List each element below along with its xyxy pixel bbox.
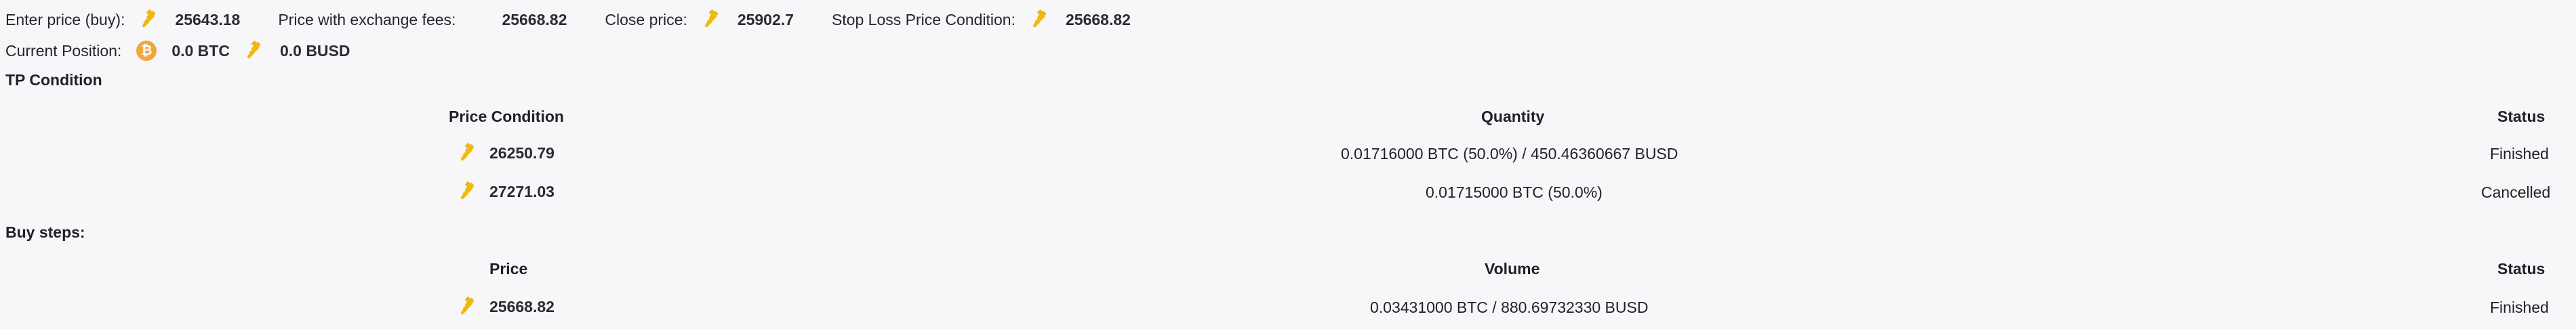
tp-status-2: Cancelled: [2481, 183, 2551, 201]
price-summary-row: Enter price (buy): 25643.18 Price with e…: [5, 9, 1131, 30]
tp-condition-title: TP Condition: [5, 71, 102, 89]
tp-quantity-1: 0.01716000 BTC (50.0%) / 450.46360667 BU…: [1341, 145, 1678, 162]
buy-step-status-1: Finished: [2490, 299, 2549, 316]
price-condition-header: Price Condition: [449, 108, 564, 125]
busd-coin-icon: [1030, 9, 1051, 30]
order-details-panel: Enter price (buy): 25643.18 Price with e…: [0, 0, 2576, 329]
status-header: Status: [2497, 108, 2545, 125]
table-row: 27271.03: [458, 181, 555, 202]
tp-price-1: 26250.79: [489, 144, 555, 162]
quantity-header: Quantity: [1481, 108, 1545, 125]
close-price-value: 25902.7: [737, 10, 794, 28]
busd-coin-icon: [458, 297, 479, 317]
busd-coin-icon: [458, 143, 479, 163]
current-position-row: Current Position: ₿ 0.0 BTC 0.0 BUSD: [5, 41, 350, 61]
current-position-label: Current Position:: [5, 41, 122, 60]
busd-coin-icon: [140, 9, 160, 30]
status-header: Status: [2497, 260, 2545, 278]
buy-steps-title: Buy steps:: [5, 223, 85, 241]
enter-price-label: Enter price (buy):: [5, 10, 125, 28]
price-header: Price: [489, 260, 528, 278]
tp-price-2: 27271.03: [489, 182, 555, 200]
table-row: 26250.79: [458, 143, 555, 163]
busd-coin-icon: [458, 181, 479, 202]
volume-header: Volume: [1485, 260, 1540, 278]
buy-step-price-1: 25668.82: [489, 297, 555, 315]
tp-quantity-2: 0.01715000 BTC (50.0%): [1426, 183, 1603, 201]
table-row: 25668.82: [458, 297, 555, 317]
stop-loss-label: Stop Loss Price Condition:: [831, 10, 1015, 28]
busd-coin-icon: [245, 41, 265, 61]
enter-price-value: 25643.18: [175, 10, 241, 28]
exchange-fees-value: 25668.82: [502, 10, 567, 28]
busd-coin-icon: [702, 9, 723, 30]
stop-loss-value: 25668.82: [1066, 10, 1131, 28]
position-busd-value: 0.0 BUSD: [279, 41, 350, 60]
exchange-fees-label: Price with exchange fees:: [278, 10, 456, 28]
buy-step-volume-1: 0.03431000 BTC / 880.69732330 BUSD: [1370, 299, 1649, 316]
bitcoin-icon: ₿: [136, 41, 157, 61]
close-price-label: Close price:: [605, 10, 687, 28]
tp-status-1: Finished: [2490, 145, 2549, 162]
position-btc-value: 0.0 BTC: [172, 41, 230, 60]
